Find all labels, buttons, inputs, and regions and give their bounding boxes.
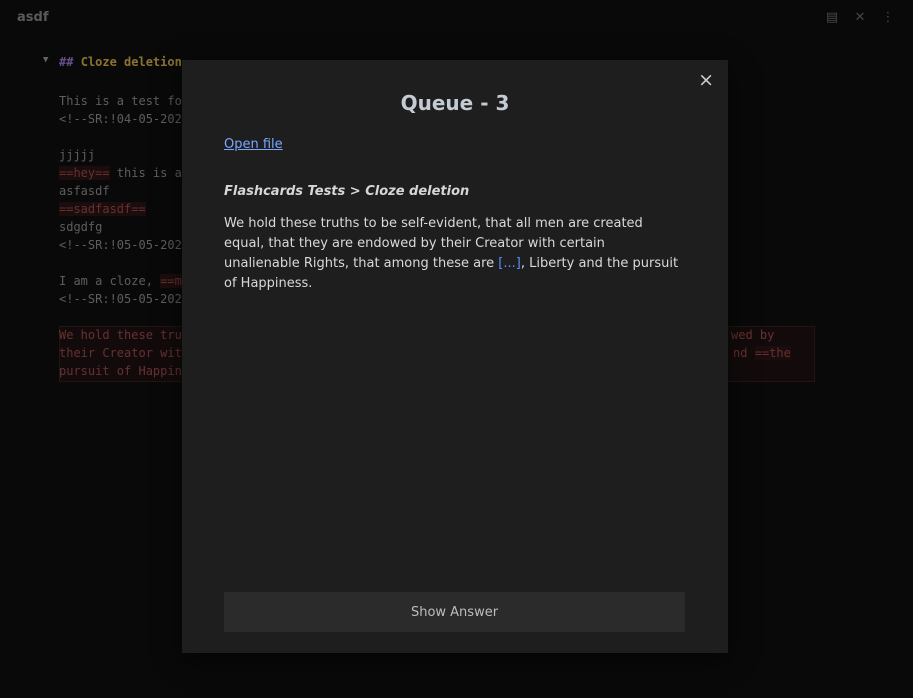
modal-title: Queue - 3: [400, 91, 510, 115]
flashcard-modal: × Queue - 3 Open file Flashcards Tests >…: [182, 60, 728, 653]
show-answer-button[interactable]: Show Answer: [224, 592, 685, 632]
breadcrumb: Flashcards Tests > Cloze deletion: [224, 184, 470, 199]
close-icon[interactable]: ×: [698, 69, 714, 91]
card-question: We hold these truths to be self-evident,…: [224, 216, 679, 291]
cloze-placeholder: [...]: [498, 256, 521, 271]
open-file-link[interactable]: Open file: [224, 137, 283, 152]
